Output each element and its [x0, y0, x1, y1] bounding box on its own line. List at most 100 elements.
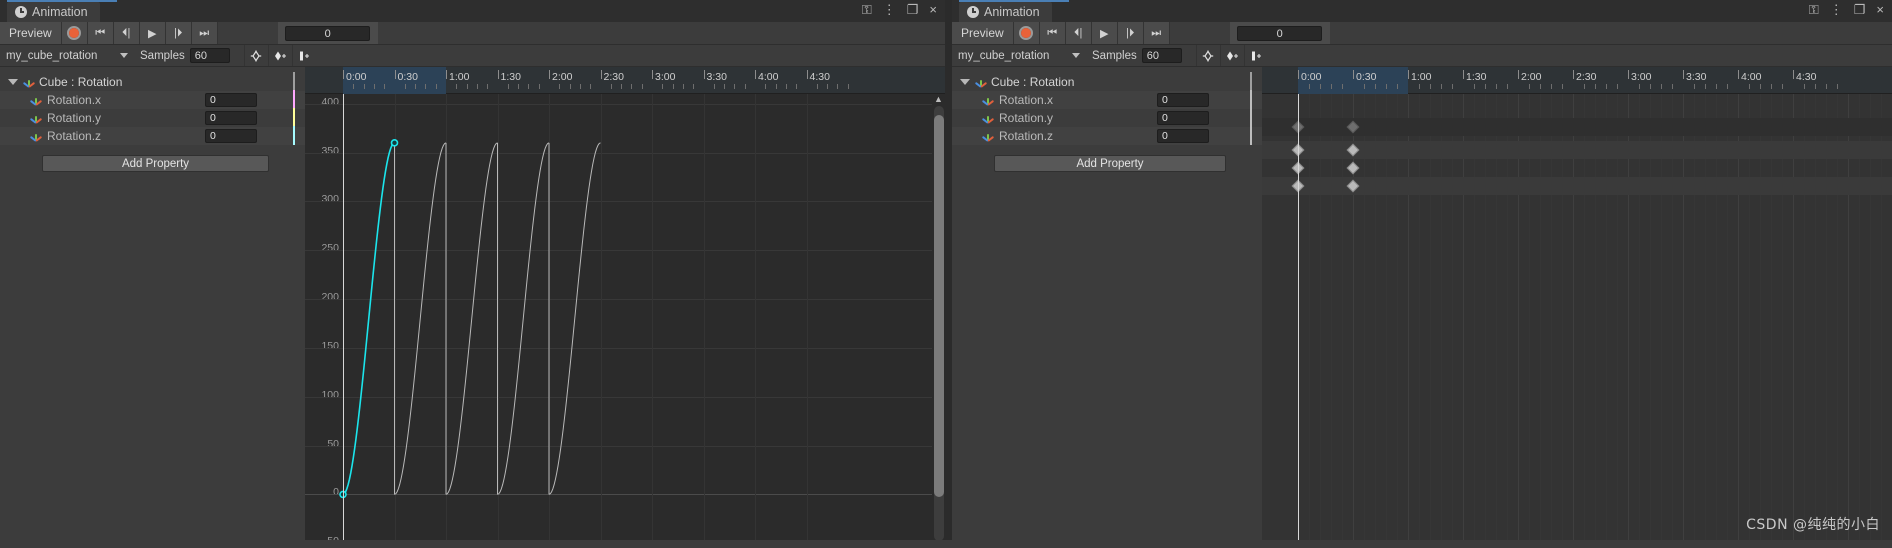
- clip-selector[interactable]: my_cube_rotation: [956, 47, 1084, 64]
- property-group-header[interactable]: Cube : Rotation: [0, 71, 305, 91]
- kebab-menu-icon[interactable]: ⋮: [1830, 3, 1843, 16]
- property-row-rotation-x[interactable]: Rotation.x 0: [0, 90, 305, 109]
- ruler-tick-label: 1:30: [500, 71, 521, 83]
- ruler-tick-label: 3:00: [655, 71, 676, 83]
- close-icon[interactable]: ×: [1876, 3, 1884, 16]
- add-property-button[interactable]: Add Property: [994, 155, 1226, 172]
- ruler-minor-tick: [610, 84, 612, 89]
- dopesheet-grid[interactable]: [1262, 94, 1892, 548]
- add-keyframe-button[interactable]: [243, 45, 268, 66]
- samples-input[interactable]: 60: [1141, 48, 1182, 63]
- scroll-up-arrow-icon[interactable]: ▲: [934, 94, 943, 106]
- right-window-tabstrip: Animation ⚿ ⋮ ❐ ×: [952, 0, 1892, 22]
- keyframe-toggle-y[interactable]: [1250, 108, 1252, 127]
- ruler-minor-tick: [1837, 84, 1838, 89]
- ruler-minor-tick: [785, 84, 787, 89]
- first-frame-button[interactable]: ⏮: [87, 22, 114, 44]
- record-button[interactable]: [1013, 22, 1040, 44]
- unity-animation-window-comparison: Animation ⚿ ⋮ ❐ × Preview ⏮ ⏴| ▶ |⏵ ⏭ 0: [0, 0, 1892, 548]
- lock-icon[interactable]: ⚿: [862, 3, 872, 16]
- maximize-icon[interactable]: ❐: [907, 3, 919, 16]
- curve-color-swatch-y[interactable]: [293, 108, 295, 127]
- right-dopesheet-area: 0:00 0:30 1:00 1:30 2:00 2:30 3:00 3:30 4:00 4:30…: [1262, 67, 1892, 548]
- prev-keyframe-button[interactable]: ⏴|: [1065, 22, 1092, 44]
- curve-selected-rotation-z[interactable]: [342, 142, 395, 496]
- kebab-menu-icon[interactable]: ⋮: [883, 3, 896, 16]
- property-value-input[interactable]: 0: [205, 129, 257, 143]
- next-keyframe-button[interactable]: |⏵: [1117, 22, 1144, 44]
- ruler-minor-tick: [775, 84, 777, 89]
- property-row-rotation-y[interactable]: Rotation.y 0: [952, 108, 1262, 127]
- keyframe-toggle-z[interactable]: [1250, 126, 1252, 145]
- last-frame-button[interactable]: ⏭: [191, 22, 218, 44]
- current-frame-input[interactable]: 0: [1237, 26, 1323, 41]
- left-property-column: Cube : Rotation Rotation.x 0 Rotation.y …: [0, 67, 305, 548]
- add-property-button[interactable]: Add Property: [42, 155, 269, 172]
- group-keyframe-indicator[interactable]: [1250, 71, 1252, 91]
- ruler-minor-tick: [363, 84, 365, 89]
- property-value-input[interactable]: 0: [1157, 111, 1209, 125]
- prev-keyframe-button[interactable]: ⏴|: [113, 22, 140, 44]
- property-row-rotation-z[interactable]: Rotation.z 0: [952, 126, 1262, 145]
- ruler-minor-tick: [1474, 84, 1475, 89]
- play-button[interactable]: ▶: [139, 22, 166, 44]
- vscroll-thumb[interactable]: [933, 114, 944, 498]
- property-value-input[interactable]: 0: [1157, 93, 1209, 107]
- samples-input[interactable]: 60: [189, 48, 230, 63]
- vscroll-track[interactable]: [933, 106, 944, 541]
- play-button[interactable]: ▶: [1091, 22, 1118, 44]
- property-group-header[interactable]: Cube : Rotation: [952, 71, 1262, 91]
- animation-clip-icon: [974, 76, 988, 88]
- curve-keyframe-handle[interactable]: [390, 139, 399, 147]
- property-value-input[interactable]: 0: [205, 111, 257, 125]
- ruler-tick-label: 4:30: [809, 71, 830, 83]
- current-frame-input[interactable]: 0: [285, 26, 371, 41]
- ruler-minor-tick: [1507, 84, 1508, 89]
- curve-graph[interactable]: 400350300250200150100500-50: [305, 94, 945, 548]
- property-label: Rotation.z: [47, 129, 102, 143]
- keyframe-toggle-x[interactable]: [1250, 90, 1252, 109]
- key-filter-button[interactable]: [1243, 45, 1268, 66]
- maximize-icon[interactable]: ❐: [1854, 3, 1866, 16]
- ruler-tick-label: 3:30: [1686, 71, 1707, 83]
- curve-color-swatch-x[interactable]: [293, 90, 295, 109]
- property-row-rotation-x[interactable]: Rotation.x 0: [952, 90, 1262, 109]
- property-group-label: Cube : Rotation: [991, 74, 1075, 89]
- preview-button[interactable]: Preview: [0, 22, 62, 44]
- property-row-rotation-z[interactable]: Rotation.z 0: [0, 126, 305, 145]
- clip-selector[interactable]: my_cube_rotation: [4, 47, 132, 64]
- right-body: Cube : Rotation Rotation.x 0 Rotation.y …: [952, 67, 1892, 548]
- preview-button[interactable]: Preview: [952, 22, 1014, 44]
- last-frame-button[interactable]: ⏭: [1143, 22, 1170, 44]
- expand-triangle-icon[interactable]: [960, 78, 970, 85]
- record-button[interactable]: [61, 22, 88, 44]
- property-value-input[interactable]: 0: [205, 93, 257, 107]
- property-row-rotation-y[interactable]: Rotation.y 0: [0, 108, 305, 127]
- bottom-strip: [0, 540, 1892, 548]
- add-event-button[interactable]: [1219, 45, 1244, 66]
- next-keyframe-button[interactable]: |⏵: [165, 22, 192, 44]
- window-controls: ⚿ ⋮ ❐ ×: [862, 3, 937, 16]
- property-value-input[interactable]: 0: [1157, 129, 1209, 143]
- close-icon[interactable]: ×: [929, 3, 937, 16]
- left-timeline-ruler[interactable]: 0:00 0:30 1:00 1:30 2:00 2:30 3:00 3:30 4:00 4:30: [305, 67, 945, 94]
- key-filter-button[interactable]: [291, 45, 316, 66]
- first-frame-button[interactable]: ⏮: [1039, 22, 1066, 44]
- curve-vertical-scrollbar[interactable]: ▲ ▼: [932, 94, 945, 548]
- ruler-tick-label: 0:00: [346, 71, 367, 83]
- window-tab-animation[interactable]: Animation: [959, 2, 1052, 22]
- playhead-line[interactable]: [1298, 94, 1299, 548]
- expand-triangle-icon[interactable]: [8, 78, 18, 85]
- add-event-button[interactable]: [267, 45, 292, 66]
- ruler-minor-tick: [456, 84, 458, 89]
- window-tab-animation[interactable]: Animation: [7, 2, 100, 22]
- group-keyframe-indicator[interactable]: [293, 71, 295, 91]
- add-keyframe-button[interactable]: [1195, 45, 1220, 66]
- playhead-line[interactable]: [343, 94, 344, 548]
- lock-icon[interactable]: ⚿: [1809, 3, 1819, 16]
- curve-color-swatch-z[interactable]: [293, 126, 295, 145]
- ruler-tick-label: 0:30: [397, 71, 418, 83]
- right-timeline-ruler[interactable]: 0:00 0:30 1:00 1:30 2:00 2:30 3:00 3:30 4:00 4:30: [1262, 67, 1892, 94]
- ruler-minor-tick: [507, 84, 509, 89]
- chevron-down-icon: [1072, 53, 1080, 58]
